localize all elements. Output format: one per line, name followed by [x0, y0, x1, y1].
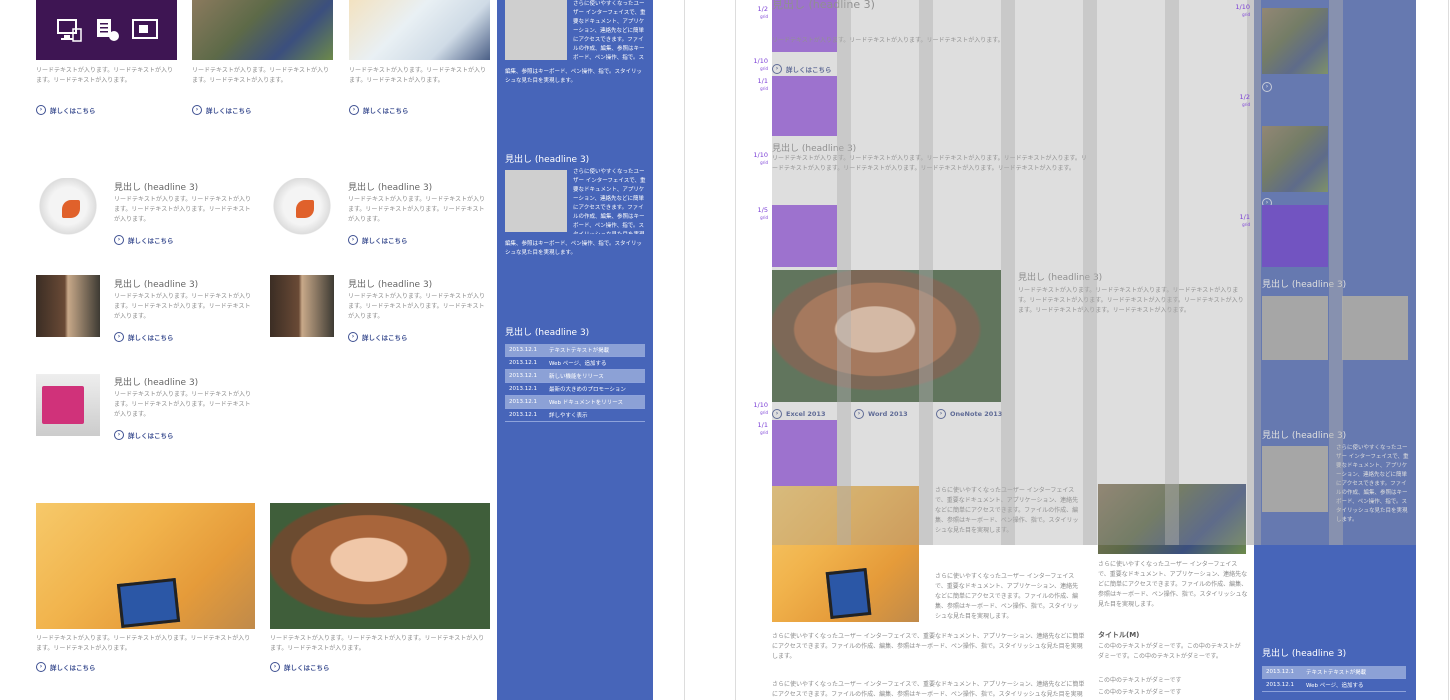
grid-fraction-label: 1/1 grid: [757, 77, 768, 92]
more-link[interactable]: › 詳しくはこちら: [270, 662, 330, 672]
lead-text: リードテキストが入ります。リードテキストが入ります。リードテキストが入ります。リ…: [36, 635, 251, 652]
grid-column: [837, 0, 851, 545]
arrow-circle-icon: ›: [349, 105, 359, 115]
grid-fraction-label: 1/10 grid: [753, 401, 768, 416]
feature-icon-tile: [36, 0, 177, 60]
photo-picnic: [36, 503, 255, 629]
news-item[interactable]: 2013.12.1 新しい機能をリリース: [505, 370, 645, 383]
more-link[interactable]: › 詳しくはこちら: [114, 332, 174, 342]
more-link[interactable]: › 詳しくはこちら: [36, 105, 96, 115]
grid-fraction-label: 1/10 grid: [753, 57, 768, 72]
news-item[interactable]: 2013.12.1 詳しやすく表示: [505, 409, 645, 422]
photo-girl: [270, 503, 490, 629]
arrow-circle-icon: ›: [36, 662, 46, 672]
more-link[interactable]: › 詳しくはこちら: [348, 332, 408, 342]
news-headline: 見出し (headline 3): [1262, 649, 1347, 659]
news-item[interactable]: 2013.12.1 最新の大きめのプロモーション: [505, 383, 645, 396]
more-link[interactable]: › 詳しくはこちら: [114, 235, 174, 245]
item-headline: 見出し (headline 3): [114, 280, 199, 290]
grid-column: [1165, 0, 1179, 545]
arrow-circle-icon: ›: [36, 105, 46, 115]
lead-text: リードテキストが入ります。リードテキストが入ります。リードテキストが入ります。: [36, 67, 174, 84]
news-item[interactable]: 2013.12.1 テキストテキストが掲載: [1262, 666, 1406, 679]
grid-fraction-label: 1/1 grid: [757, 421, 768, 436]
news-headline: 見出し (headline 3): [505, 328, 590, 338]
news-item[interactable]: 2013.12.1 Web ページ、追加する: [1262, 679, 1406, 692]
arrow-circle-icon: ›: [192, 105, 202, 115]
list-item: この中のテキストがダミーです: [1098, 677, 1182, 684]
arrow-circle-icon: ›: [348, 235, 358, 245]
arrow-circle-icon: ›: [114, 332, 124, 342]
news-list: 2013.12.1 テキストテキストが掲載 2013.12.1 Web ページ、追加…: [505, 344, 645, 422]
photo-couple: [36, 275, 100, 337]
computer-icon: [56, 19, 82, 42]
photo-mug: [270, 178, 334, 240]
item-text: リードテキストが入ります。リードテキストが入ります。リードテキストが入ります。リ…: [114, 391, 252, 418]
photo-mug: [36, 178, 100, 240]
grid-fraction-label: 1/5 grid: [757, 206, 768, 221]
more-link[interactable]: › 詳しくはこちら: [348, 235, 408, 245]
item-headline: 見出し (headline 3): [348, 183, 433, 193]
item-text: リードテキストが入ります。リードテキストが入ります。リードテキストが入ります。リ…: [348, 293, 486, 320]
arrow-circle-icon: ›: [114, 235, 124, 245]
more-link[interactable]: › 詳しくはこちら: [192, 105, 252, 115]
title-m-text: この中のテキストがダミーです。この中のテキストがダミーです。この中のテキストがダ…: [1098, 643, 1241, 660]
photo-couple: [270, 275, 334, 337]
sidebar-thumb: [505, 0, 567, 60]
lead-text: リードテキストが入ります。リードテキストが入ります。リードテキストが入ります。: [192, 67, 330, 84]
grid-column: [1247, 0, 1261, 545]
more-link[interactable]: › 詳しくはこちら: [36, 662, 96, 672]
document-icon: [96, 19, 119, 41]
more-link[interactable]: › 詳しくはこちら: [114, 430, 174, 440]
news-item[interactable]: 2013.12.1 Web ページ、追加する: [505, 357, 645, 370]
item-headline: 見出し (headline 3): [114, 378, 199, 388]
grid-fraction-label: 1/2 grid: [757, 5, 768, 20]
arrow-circle-icon: ›: [348, 332, 358, 342]
grid-fraction-label: 1/2 grid: [1239, 93, 1250, 108]
more-link[interactable]: › 詳しくはこちら: [349, 105, 409, 115]
sidebar-text: さらに使いやすくなったユーザー インターフェイスで、重要なドキュメント、アプリケ…: [573, 1, 646, 61]
grid-column: [1083, 0, 1097, 545]
lead-text: リードテキストが入ります。リードテキストが入ります。リードテキストが入ります。: [349, 67, 487, 84]
news-item[interactable]: 2013.12.1 Web ドキュメントをリリース: [505, 396, 645, 409]
news-item[interactable]: 2013.12.1 テキストテキストが掲載: [505, 344, 645, 357]
grid-column: [1001, 0, 1015, 545]
item-headline: 見出し (headline 3): [114, 183, 199, 193]
grid-fraction-label: 1/10 grid: [753, 151, 768, 166]
left-page: リードテキストが入ります。リードテキストが入ります。リードテキストが入ります。 …: [0, 0, 685, 700]
arrow-circle-icon: ›: [114, 430, 124, 440]
tablet-icon: [131, 19, 158, 39]
photo-desk: [349, 0, 490, 60]
sidebar-text: さらに使いやすくなったユーザー インターフェイスで、重要なドキュメント、アプリケ…: [573, 169, 646, 234]
right-page: 見出し (headline 3) リードテキストが入ります。リードテキストが入り…: [735, 0, 1449, 700]
sidebar-thumb: [505, 170, 567, 232]
lead-text: リードテキストが入ります。リードテキストが入ります。リードテキストが入ります。リ…: [270, 635, 485, 652]
item-text: リードテキストが入ります。リードテキストが入ります。リードテキストが入ります。リ…: [348, 196, 486, 223]
article-text: さらに使いやすくなったユーザー インターフェイスで、重要なドキュメント、アプリケ…: [935, 573, 1079, 620]
sidebar-text: 編集、参照はキーボード、ペン操作、指で。スタイリッシュな見た目を実現します。: [505, 241, 643, 256]
list-item: この中のテキストがダミーです: [1098, 689, 1182, 696]
item-text: リードテキストが入ります。リードテキストが入ります。リードテキストが入ります。リ…: [114, 293, 252, 320]
title-m: タイトル(M): [1098, 631, 1140, 639]
grid-column: [1329, 0, 1343, 545]
item-text: リードテキストが入ります。リードテキストが入ります。リードテキストが入ります。リ…: [114, 196, 252, 223]
grid-column: [919, 0, 933, 545]
article-text: さらに使いやすくなったユーザー インターフェイスで、重要なドキュメント、アプリケ…: [772, 681, 1085, 698]
sidebar-text: 編集、参照はキーボード、ペン操作、指で。スタイリッシュな見た目を実現します。: [505, 69, 643, 84]
sidebar-headline: 見出し (headline 3): [505, 155, 590, 165]
item-headline: 見出し (headline 3): [348, 280, 433, 290]
grid-fraction-label: 1/1 grid: [1239, 213, 1250, 228]
photo-tablet-user: [192, 0, 333, 60]
article-text: さらに使いやすくなったユーザー インターフェイスで、重要なドキュメント、アプリケ…: [772, 633, 1085, 660]
photo-tablet: [36, 374, 100, 436]
news-list: 2013.12.1 テキストテキストが掲載 2013.12.1 Web ページ、追加…: [1262, 666, 1406, 692]
article-text: さらに使いやすくなったユーザー インターフェイスで、重要なドキュメント、アプリケ…: [1098, 561, 1248, 608]
grid-fraction-label: 1/10 grid: [1235, 3, 1250, 18]
sidebar: さらに使いやすくなったユーザー インターフェイスで、重要なドキュメント、アプリケ…: [497, 0, 653, 700]
arrow-circle-icon: ›: [270, 662, 280, 672]
